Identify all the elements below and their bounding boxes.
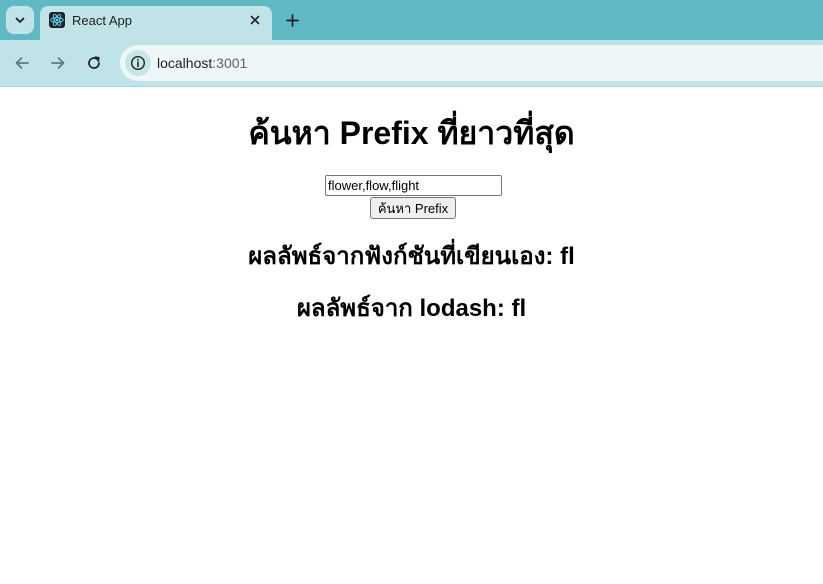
close-icon xyxy=(250,15,260,25)
search-prefix-button[interactable]: ค้นหา Prefix xyxy=(370,197,456,219)
words-input[interactable] xyxy=(325,175,502,196)
tab-title: React App xyxy=(72,13,132,28)
plus-icon xyxy=(285,13,299,27)
lodash-result: ผลลัพธ์จาก lodash: fl xyxy=(296,295,527,322)
arrow-left-icon xyxy=(15,57,29,69)
chevron-down-icon xyxy=(15,17,25,23)
arrow-right-icon xyxy=(51,57,65,69)
page-content: ค้นหา Prefix ที่ยาวที่สุด ค้นหา Prefix ผ… xyxy=(0,87,823,584)
react-icon xyxy=(49,12,65,28)
reload-button[interactable] xyxy=(80,49,108,77)
tab-search-button[interactable] xyxy=(6,6,34,34)
browser-tab-active[interactable]: React App xyxy=(40,6,272,40)
forward-button[interactable] xyxy=(44,49,72,77)
page-title: ค้นหา Prefix ที่ยาวที่สุด xyxy=(248,115,575,151)
custom-function-result: ผลลัพธ์จากฟังก์ชันที่เขียนเอง: fl xyxy=(248,243,575,270)
close-tab-button[interactable] xyxy=(245,10,265,30)
tab-strip: React App xyxy=(0,0,823,40)
info-icon xyxy=(130,55,146,71)
url-host: localhost xyxy=(157,55,213,71)
site-info-button[interactable] xyxy=(125,50,151,76)
reload-icon xyxy=(88,56,100,69)
new-tab-button[interactable] xyxy=(280,8,304,32)
browser-toolbar: localhost:3001 xyxy=(0,40,823,86)
address-bar[interactable]: localhost:3001 xyxy=(120,45,823,81)
url-text[interactable]: localhost:3001 xyxy=(157,55,247,71)
back-button[interactable] xyxy=(8,49,36,77)
url-port: :3001 xyxy=(212,55,248,71)
